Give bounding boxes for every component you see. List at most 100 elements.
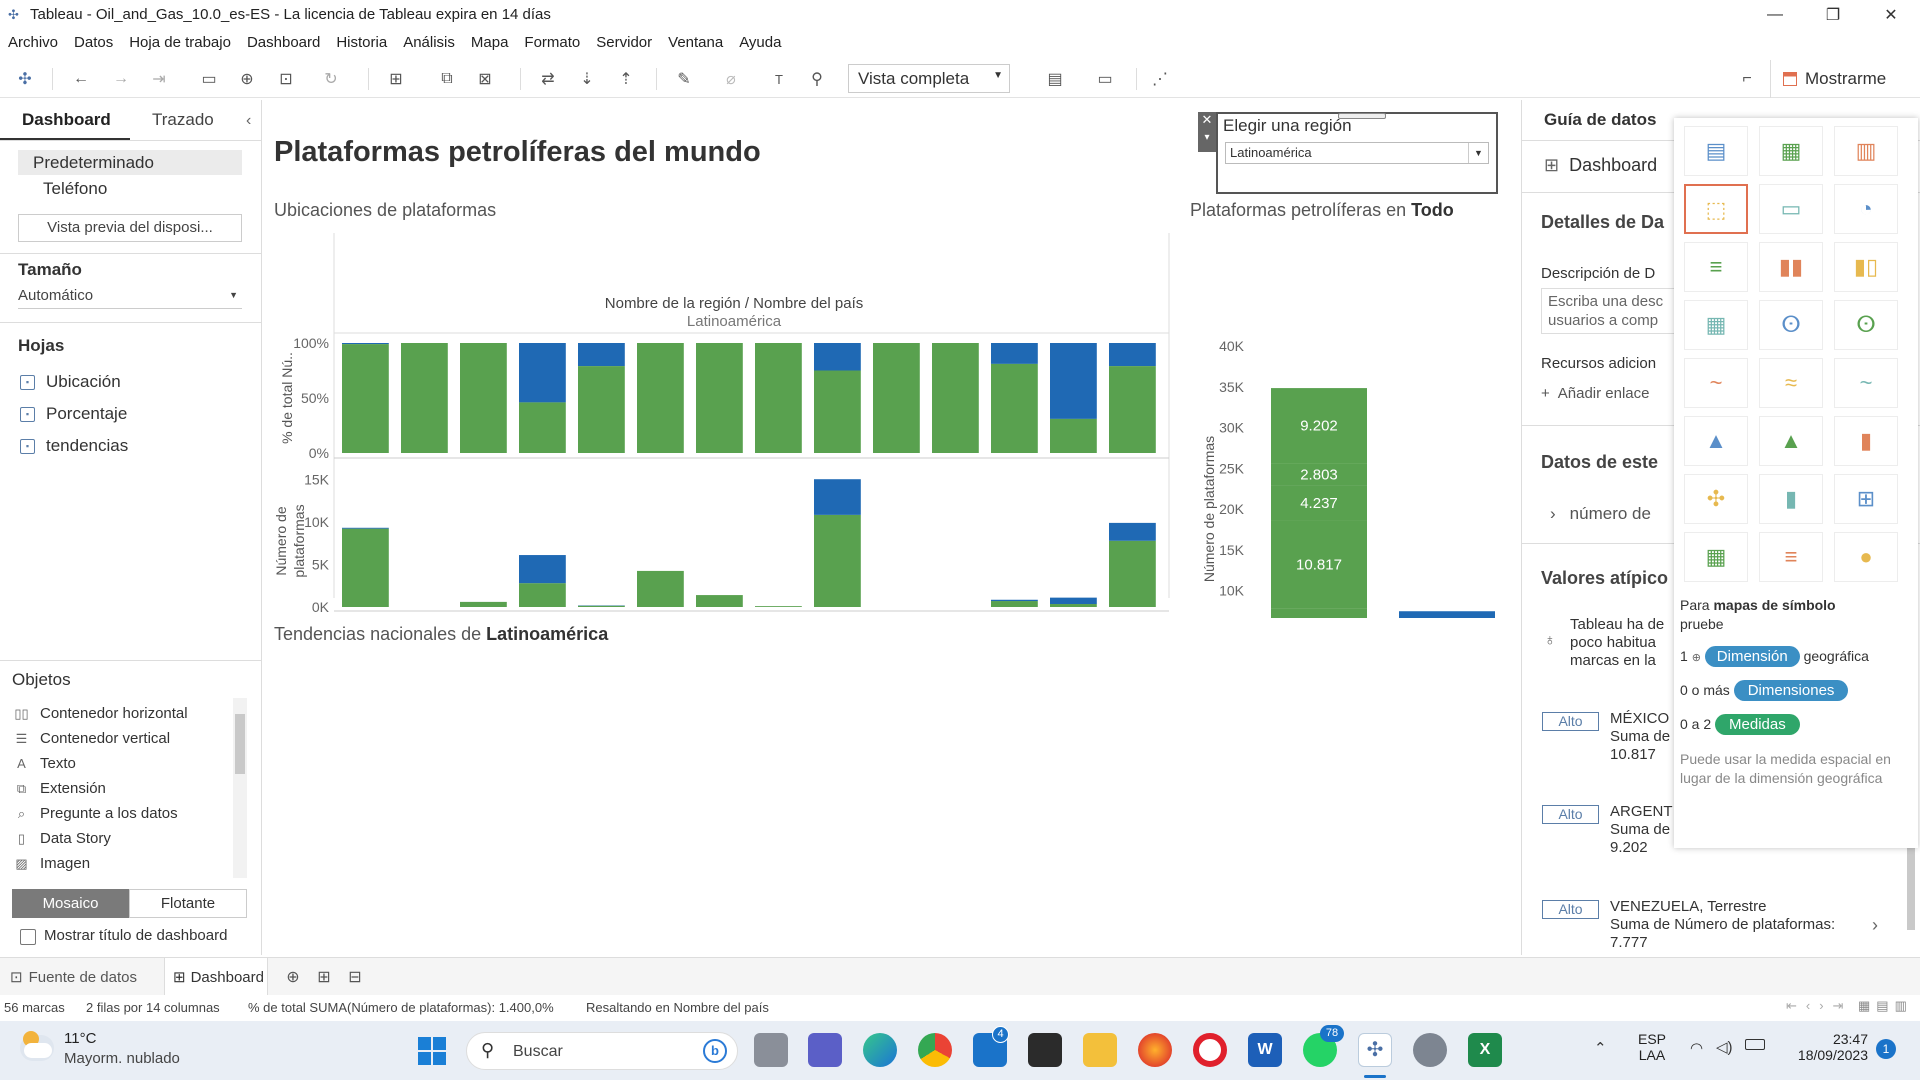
format-painter-icon[interactable]: ⌐ [1736,68,1758,90]
trend-area-chart[interactable]: 6005004003002001000Número de plataformas… [264,648,1520,953]
labels-icon[interactable]: T [768,68,790,90]
filter-close-icon[interactable]: ✕ ▾ [1198,112,1216,152]
share-icon[interactable]: ⋰ [1149,68,1171,90]
teams-icon[interactable] [808,1033,842,1067]
show-title-checkbox[interactable] [20,929,36,945]
show-cards-icon[interactable]: ▤ [1044,68,1066,90]
minimize-button[interactable]: — [1746,0,1804,29]
mosaico-button[interactable]: Mosaico [12,889,129,918]
opera-icon[interactable] [1193,1033,1227,1067]
chart-type-option[interactable]: ✣ [1684,474,1748,524]
outlier-mexico[interactable]: MÉXICO Suma de 10.817 [1610,710,1670,764]
chart-type-option[interactable]: ~ [1834,358,1898,408]
sheet-porcentaje[interactable]: ▪ Porcentaje [20,404,127,424]
chart-type-option[interactable]: ▲ [1759,416,1823,466]
view-size-select[interactable]: Vista completa ▼ [848,64,1010,93]
tableau-taskbar-icon[interactable]: ✣ [1358,1033,1392,1067]
chart-type-option[interactable]: ▦ [1759,126,1823,176]
region-filter[interactable]: ✕ ▾ Elegir una región Latinoamérica ▼ [1198,112,1498,194]
view-mode-icon[interactable]: ▦▤▥ [1858,998,1913,1014]
chart-type-option[interactable]: ▲ [1684,416,1748,466]
menu-servidor[interactable]: Servidor [596,34,652,51]
maximize-button[interactable]: ❐ [1804,0,1862,29]
highlight-icon[interactable]: ✎ [673,68,695,90]
object-text[interactable]: A Texto [14,755,76,772]
menu-formato[interactable]: Formato [524,34,580,51]
chart-type-option[interactable]: ≡ [1684,242,1748,292]
country-bar-charts[interactable]: Nombre de la región / Nombre del paísLat… [264,228,1184,618]
chart-type-option[interactable]: ⵙ [1759,300,1823,350]
device-preview-button[interactable]: Vista previa del disposi... [18,214,242,242]
chart-type-option[interactable]: ▮▮ [1759,242,1823,292]
edge-icon[interactable] [863,1033,897,1067]
language-indicator[interactable]: ESP LAA [1638,1031,1666,1063]
sheet-ubicacion[interactable]: ▪ Ubicación [20,372,121,392]
task-view-icon[interactable] [754,1033,788,1067]
chart-type-option[interactable]: ▮▯ [1834,242,1898,292]
region-select[interactable]: Latinoamérica ▼ [1225,142,1489,164]
word-icon[interactable]: W [1248,1033,1282,1067]
menu-ayuda[interactable]: Ayuda [739,34,781,51]
swap-icon[interactable]: ⇄ [537,68,559,90]
chart-type-option[interactable]: ● [1834,532,1898,582]
sort-asc-icon[interactable]: ⇣ [576,68,598,90]
chart-type-option[interactable]: ≈ [1759,358,1823,408]
chart-type-option[interactable]: ⬚ [1684,184,1748,234]
save-icon[interactable]: ▭ [198,68,220,90]
page-nav-icon[interactable]: ⇤‹›⇥ [1786,998,1852,1014]
replay-icon[interactable]: ⇥ [148,68,170,90]
weather-temp[interactable]: 11°C [64,1030,96,1047]
windows-start-icon[interactable] [418,1037,446,1065]
chrome-icon[interactable] [918,1033,952,1067]
wifi-icon[interactable]: ◠ [1690,1039,1703,1057]
weather-desc[interactable]: Mayorm. nublado [64,1050,180,1067]
chart-type-option[interactable]: ▭ [1759,184,1823,234]
pause-update-icon[interactable]: ⊡ [275,68,297,90]
menu-dashboard[interactable]: Dashboard [247,34,320,51]
chart-type-option[interactable]: ◔ [1834,184,1898,234]
pin-icon[interactable]: ⚲ [806,68,828,90]
presentation-icon[interactable]: ▭ [1094,68,1116,90]
chart-type-option[interactable]: ▦ [1684,532,1748,582]
type-bar-chart[interactable]: 40K35K30K25K20K15K10K5K0KNúmero de plata… [1184,228,1514,618]
refresh-icon[interactable]: ↻ [320,68,342,90]
firefox-icon[interactable] [1138,1033,1172,1067]
new-datasource-icon[interactable]: ⊕ [236,68,258,90]
device-default[interactable]: Predeterminado [33,153,154,173]
outlier-venezuela[interactable]: VENEZUELA, Terrestre Suma de Número de pl… [1610,898,1835,952]
excel-icon[interactable]: X [1468,1033,1502,1067]
sheet-tendencias[interactable]: ▪ tendencias [20,436,128,456]
chart-type-option[interactable]: ⊞ [1834,474,1898,524]
chevron-right-icon[interactable]: › [1872,915,1878,936]
tab-dashboard-active[interactable]: ⊞ Dashboard [164,958,268,996]
menu-mapa[interactable]: Mapa [471,34,509,51]
file-explorer-icon[interactable] [1083,1033,1117,1067]
new-sheet-icon[interactable]: ⊞ [385,68,407,90]
clock[interactable]: 23:47 18/09/2023 [1790,1031,1868,1063]
sort-desc-icon[interactable]: ⇡ [615,68,637,90]
menu-analisis[interactable]: Análisis [403,34,455,51]
flotante-button[interactable]: Flotante [129,889,247,918]
new-worksheet-icon[interactable]: ⊕ [282,966,304,988]
size-select[interactable]: Automático ▼ [18,287,242,309]
notification-badge[interactable]: 1 [1876,1039,1896,1059]
object-image[interactable]: ▨ Imagen [14,855,90,872]
menu-datos[interactable]: Datos [74,34,113,51]
chart-type-option[interactable]: ▤ [1684,126,1748,176]
tab-datasource[interactable]: ⊡ Fuente de datos [10,968,137,986]
chart-type-option[interactable]: ▥ [1834,126,1898,176]
new-dashboard-icon[interactable]: ⊞ [313,966,335,988]
outlier-argentina[interactable]: ARGENT Suma de 9.202 [1610,803,1673,857]
chart-type-option[interactable]: ▦ [1684,300,1748,350]
right-panel-scrollbar[interactable] [1907,840,1915,930]
object-ask-data[interactable]: ⌕ Pregunte a los datos [14,805,178,822]
close-button[interactable]: ✕ [1862,0,1920,29]
device-phone[interactable]: Teléfono [43,179,107,199]
chart-type-option[interactable]: ▮ [1759,474,1823,524]
chart-type-option[interactable]: ~ [1684,358,1748,408]
objects-scrollbar[interactable] [233,698,247,878]
object-data-story[interactable]: ▯ Data Story [14,830,111,847]
show-me-button[interactable]: Mostrarme [1770,60,1920,98]
chart-type-option[interactable]: ≡ [1759,532,1823,582]
collapse-icon[interactable]: ‹ [246,112,251,130]
